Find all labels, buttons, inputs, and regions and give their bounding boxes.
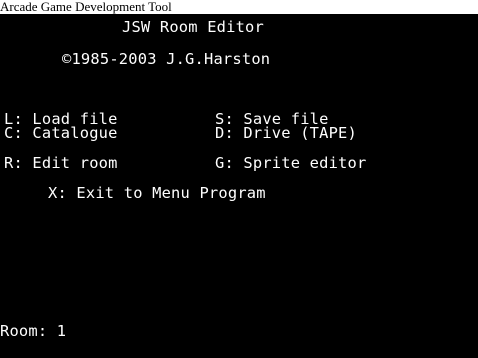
menu-item-exit[interactable]: X: Exit to Menu Program [48,185,266,201]
menu-item-drive[interactable]: D: Drive (TAPE) [215,125,357,141]
page: Arcade Game Development Tool JSW Room Ed… [0,0,478,358]
menu-item-sprite-editor[interactable]: G: Sprite editor [215,155,366,171]
menu-item-edit-room[interactable]: R: Edit room [4,155,118,171]
editor-title: JSW Room Editor [122,18,264,36]
menu-item-catalogue[interactable]: C: Catalogue [4,125,118,141]
emulator-screen: JSW Room Editor ©1985-2003 J.G.Harston L… [0,14,478,358]
room-status: Room: 1 [0,322,67,340]
copyright-notice: ©1985-2003 J.G.Harston [62,50,271,68]
